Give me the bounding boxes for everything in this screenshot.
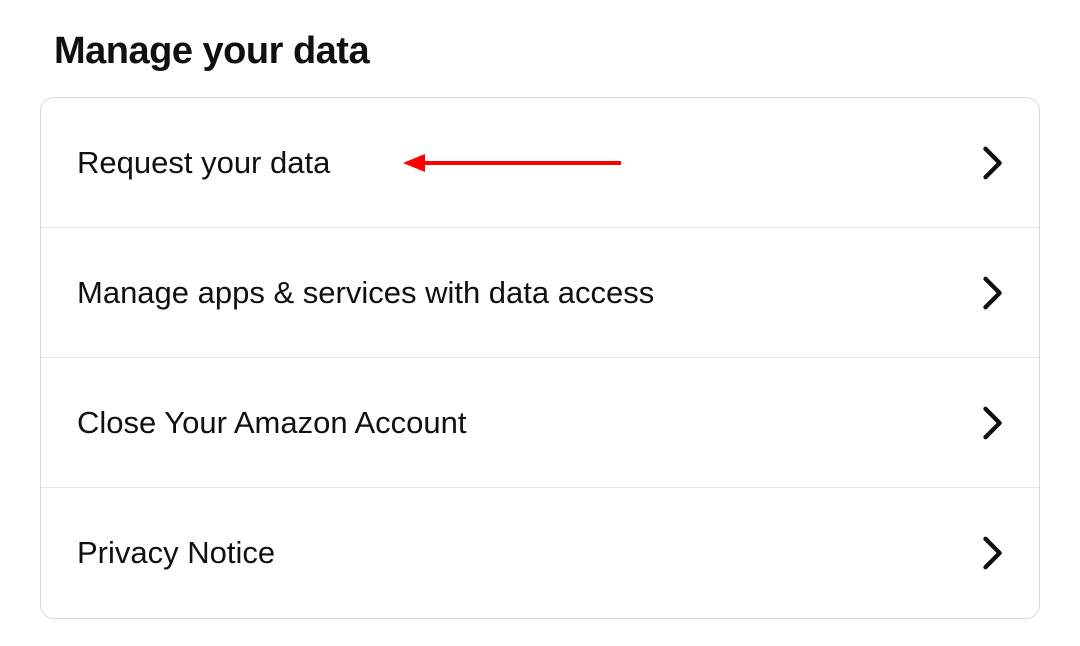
section-title: Manage your data: [54, 30, 1040, 73]
row-label: Manage apps & services with data access: [77, 275, 654, 311]
annotation-arrow-icon: [403, 151, 623, 175]
row-close-account[interactable]: Close Your Amazon Account: [41, 358, 1039, 488]
chevron-right-icon: [983, 406, 1003, 440]
row-manage-apps-services[interactable]: Manage apps & services with data access: [41, 228, 1039, 358]
row-label: Request your data: [77, 145, 330, 181]
row-label: Close Your Amazon Account: [77, 405, 466, 441]
row-request-your-data[interactable]: Request your data: [41, 98, 1039, 228]
row-privacy-notice[interactable]: Privacy Notice: [41, 488, 1039, 618]
settings-card: Request your data Manage apps & services…: [40, 97, 1040, 619]
chevron-right-icon: [983, 276, 1003, 310]
row-label: Privacy Notice: [77, 535, 275, 571]
chevron-right-icon: [983, 536, 1003, 570]
chevron-right-icon: [983, 146, 1003, 180]
